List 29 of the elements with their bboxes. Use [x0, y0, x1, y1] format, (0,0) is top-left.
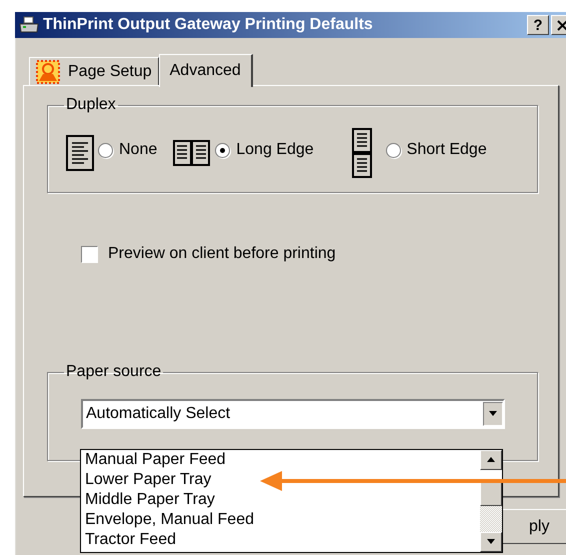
dropdown-option[interactable]: Tractor Feed	[85, 530, 480, 550]
window-title: ThinPrint Output Gateway Printing Defaults	[43, 16, 373, 34]
scroll-down-icon[interactable]	[480, 532, 502, 552]
tab[interactable]: Advanced	[158, 54, 253, 87]
radio-button[interactable]	[98, 142, 113, 158]
page-icon	[66, 135, 94, 171]
dropdown-option[interactable]: Envelope, Manual Feed	[85, 510, 480, 530]
scroll-thumb[interactable]	[480, 482, 502, 506]
portrait-icon	[36, 60, 60, 84]
radio-button[interactable]	[215, 142, 230, 158]
printer-icon	[19, 16, 39, 34]
tablet-icon	[352, 128, 372, 178]
dropdown-option[interactable]: Middle Paper Tray	[85, 490, 480, 510]
radio-option[interactable]: None	[98, 141, 158, 159]
checkbox[interactable]	[81, 246, 98, 262]
group-title: Duplex	[65, 96, 117, 114]
help-button[interactable]: ?	[527, 15, 549, 35]
paper-source-dropdown[interactable]: Automatically Select	[81, 399, 505, 429]
scrollbar[interactable]	[480, 450, 502, 552]
group-title: Paper source	[65, 363, 162, 381]
close-icon[interactable]	[556, 20, 566, 30]
radio-option[interactable]: Short Edge	[386, 141, 487, 159]
tab[interactable]: Page Setup	[29, 57, 159, 85]
radio-button[interactable]	[386, 142, 401, 158]
book-icon	[173, 140, 212, 166]
radio-option[interactable]: Long Edge	[215, 141, 314, 159]
checkbox-label: Preview on client before printing	[108, 245, 336, 263]
dropdown-option[interactable]: Manual Paper Feed	[85, 450, 480, 470]
scroll-up-icon[interactable]	[480, 450, 502, 470]
